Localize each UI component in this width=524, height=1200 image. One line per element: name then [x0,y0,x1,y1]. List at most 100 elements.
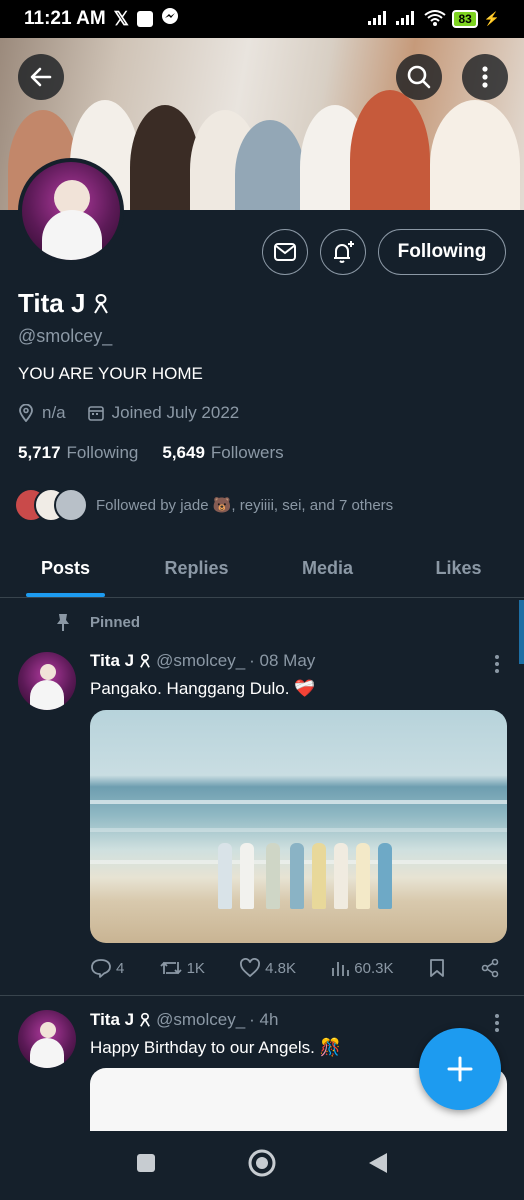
image-wave [90,800,507,804]
recents-button[interactable] [135,1152,157,1179]
views-button[interactable]: 60.3K [330,959,393,977]
charging-icon: ⚡ [483,11,500,26]
reply-count: 4 [116,959,125,977]
post-avatar-face [40,1022,56,1038]
avatar-body [42,210,102,260]
post-more-button[interactable] [494,1014,500,1032]
post-author-name[interactable]: Tita J [90,1010,134,1030]
banner-figure [430,100,520,210]
display-name: Tita J [18,288,111,319]
post-time[interactable]: · 08 May [249,651,315,671]
signal-icon-2 [396,10,418,28]
pinned-text: Pinned [90,613,141,631]
follower-avatar [54,488,88,522]
followers-count: 5,649 [162,443,205,462]
banner-figure [235,120,305,210]
display-name-text: Tita J [18,288,86,318]
like-count: 4.8K [265,959,297,977]
notification-square-icon [136,11,153,27]
image-figure [218,843,232,909]
following-link[interactable]: 5,717 Following [18,443,138,463]
square-icon [137,1154,155,1172]
location-pin-icon [19,404,33,422]
profile-handle: @smolcey_ [18,326,113,346]
bookmark-button[interactable] [428,958,446,978]
status-time: 11:21 AM [24,8,106,29]
image-figure [290,843,304,909]
profile-avatar[interactable] [18,158,124,264]
ribbon-emoji-icon [140,1012,151,1027]
image-figure [356,843,370,909]
post-avatar-face [40,664,56,680]
pinned-label: Pinned [54,612,140,632]
search-icon [407,65,431,89]
like-button[interactable]: 4.8K [239,958,296,978]
repost-count: 1K [186,959,205,977]
compose-button[interactable] [419,1028,501,1110]
share-button[interactable] [480,958,500,978]
post-time[interactable]: · 4h [249,1010,278,1030]
profile-stats: 5,717 Following 5,649 Followers [18,443,284,463]
more-options-button[interactable] [462,54,508,100]
post-text: Happy Birthday to our Angels. 🎊 [90,1038,341,1057]
followed-by[interactable]: Followed by jade 🐻, reyiiii, sei, and 7 … [14,488,393,522]
wifi-icon [424,9,447,29]
image-figure [378,843,392,909]
back-button[interactable] [18,54,64,100]
system-nav-bar [0,1131,524,1200]
tab-likes[interactable]: Likes [393,540,524,597]
more-vertical-icon [482,66,488,88]
post-author-handle[interactable]: @smolcey_ [156,651,245,671]
messenger-icon [161,7,179,31]
ribbon-emoji-icon [94,293,109,314]
pin-icon [57,614,69,631]
post-avatar-body [30,1038,64,1068]
following-count: 5,717 [18,443,61,462]
bell-plus-icon [334,241,354,263]
location-text: n/a [42,403,66,422]
following-label: Following [66,443,139,462]
repost-icon [159,961,182,975]
arrow-left-icon [30,67,52,87]
post-author-handle[interactable]: @smolcey_ [156,1010,245,1030]
tab-replies[interactable]: Replies [131,540,262,597]
bookmark-icon [429,959,444,977]
views-count: 60.3K [354,959,394,977]
triangle-back-icon [369,1153,387,1173]
scrollbar[interactable] [519,600,524,664]
status-bar: 11:21 AM 𝕏 83 ⚡ [0,0,524,38]
joined-text: Joined July 2022 [111,403,240,422]
tab-posts[interactable]: Posts [0,540,131,597]
profile-bio: YOU ARE YOUR HOME [18,364,203,383]
followers-link[interactable]: 5,649 Followers [162,443,283,463]
following-button[interactable]: Following [378,229,506,275]
post-avatar[interactable] [18,652,76,710]
image-figure [240,843,254,909]
repost-button[interactable]: 1K [159,958,205,978]
post-header: Tita J @smolcey_ · 4h [90,1010,278,1030]
post-more-button[interactable] [494,655,500,673]
back-nav-button[interactable] [367,1151,389,1180]
post-divider [0,995,524,996]
reply-button[interactable]: 4 [90,958,124,978]
post-image[interactable] [90,710,507,943]
views-chart-icon [332,962,350,976]
calendar-icon [87,406,104,421]
profile-tabs: Posts Replies Media Likes [0,540,524,598]
ribbon-emoji-icon [140,653,151,668]
image-figure [334,843,348,909]
search-button[interactable] [396,54,442,100]
tab-media[interactable]: Media [262,540,393,597]
notify-button[interactable] [320,229,366,275]
post-avatar[interactable] [18,1010,76,1068]
post-author-name[interactable]: Tita J [90,651,134,671]
home-button[interactable] [247,1148,277,1183]
signal-icon [368,10,390,28]
battery-icon: 83 [452,10,478,28]
image-figure [266,843,280,909]
post-header: Tita J @smolcey_ · 08 May [90,651,315,671]
post-text: Pangako. Hanggang Dulo. ❤️‍🩹 [90,679,316,698]
post-actions: 4 1K 4.8K 60.3K [90,958,500,978]
post-avatar-body [30,680,64,710]
message-button[interactable] [262,229,308,275]
